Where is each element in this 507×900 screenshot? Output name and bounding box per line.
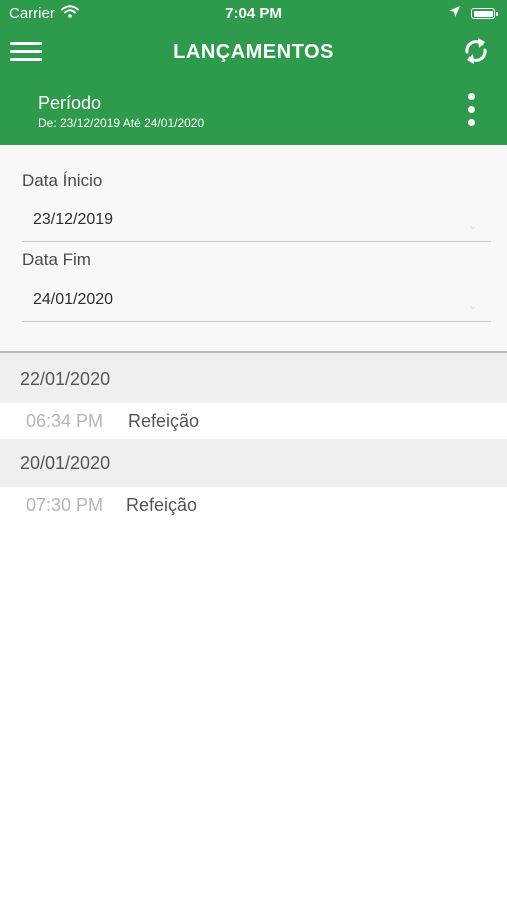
more-options-button[interactable]: [465, 93, 477, 129]
start-date-field[interactable]: 23/12/2019 ⌄: [22, 202, 491, 242]
section-date: 20/01/2020: [20, 453, 111, 473]
entry-time: 07:30 PM: [26, 495, 104, 515]
location-arrow-icon: [448, 5, 461, 22]
app-header: LANÇAMENTOS Período De: 23/12/2019 Até 2…: [0, 28, 507, 145]
dropdown-icon: ⌄: [468, 301, 477, 312]
more-vertical-icon-dot: [468, 119, 475, 126]
dropdown-icon: ⌄: [468, 221, 477, 232]
battery-level: [473, 10, 493, 17]
refresh-button[interactable]: [461, 35, 491, 67]
more-vertical-icon-dot: [468, 106, 475, 113]
date-filter-panel: Data Ínicio 23/12/2019 ⌄ Data Fim 24/01/…: [0, 145, 507, 353]
start-date-value: 23/12/2019: [33, 211, 114, 228]
end-date-value: 24/01/2020: [33, 291, 114, 308]
end-date-field[interactable]: 24/01/2020 ⌄: [22, 282, 491, 322]
battery-icon: [471, 8, 498, 19]
section-date: 22/01/2020: [20, 369, 111, 389]
section-header: 22/01/2020: [0, 353, 507, 403]
refresh-icon: [465, 38, 487, 64]
status-time: 7:04 PM: [225, 5, 282, 22]
entry-description: Refeição: [126, 495, 198, 515]
period-label: Período: [38, 93, 102, 113]
entry-time: 06:34 PM: [26, 411, 104, 431]
start-date-label: Data Ínicio: [22, 171, 103, 190]
page-title: LANÇAMENTOS: [173, 41, 334, 63]
list-item[interactable]: 06:34 PM Refeição: [0, 403, 507, 439]
status-right-group: [448, 5, 498, 22]
more-vertical-icon-dot: [468, 93, 475, 100]
list-item[interactable]: 07:30 PM Refeição: [0, 487, 507, 523]
status-bar: Carrier 7:04 PM: [0, 0, 507, 28]
period-range: De: 23/12/2019 Até 24/01/2020: [38, 116, 205, 130]
end-date-label: Data Fim: [22, 250, 91, 269]
entry-description: Refeição: [128, 411, 200, 431]
section-header: 20/01/2020: [0, 439, 507, 487]
